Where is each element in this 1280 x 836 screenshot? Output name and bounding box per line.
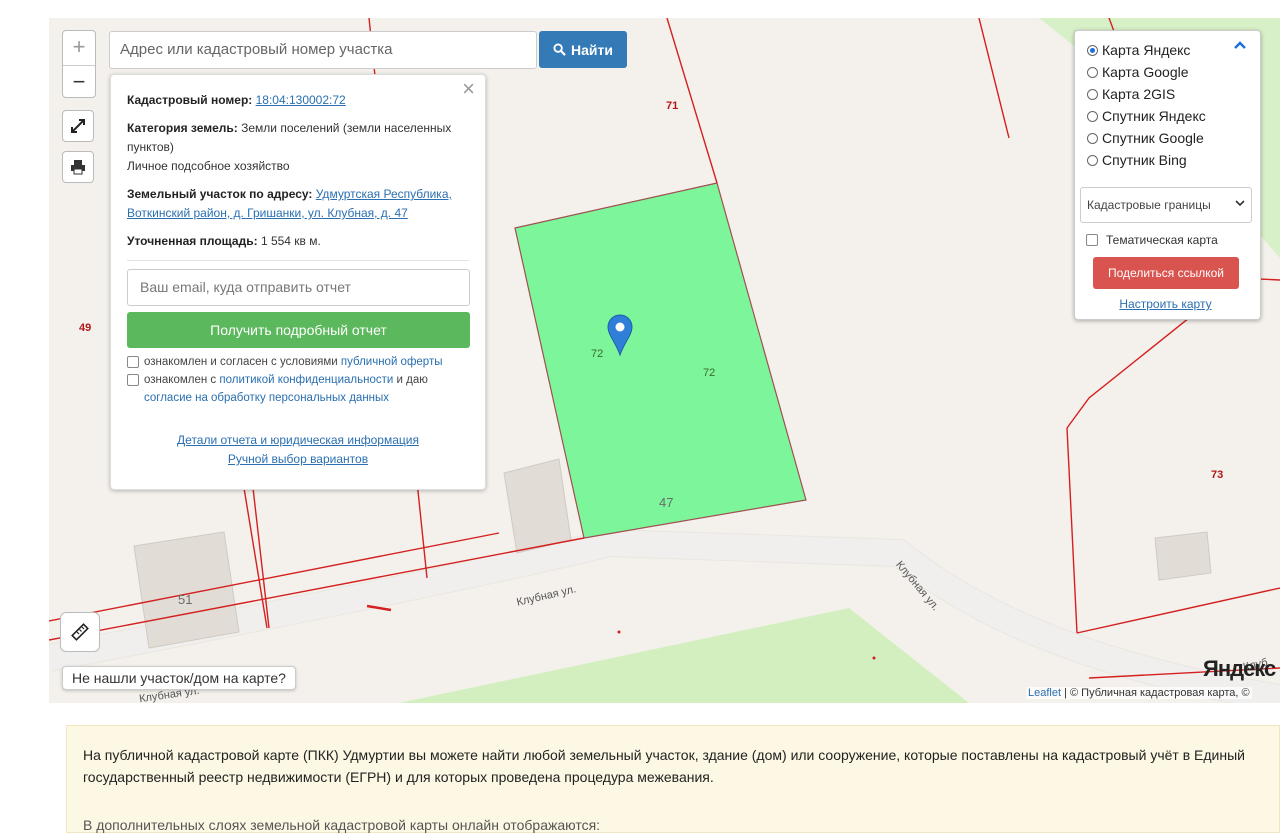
layer-option-label: Карта Яндекс xyxy=(1102,42,1191,58)
close-icon[interactable]: × xyxy=(462,78,475,100)
building-51 xyxy=(133,531,240,649)
not-found-button[interactable]: Не нашли участок/дом на карте? xyxy=(62,666,296,690)
search-input[interactable]: Адрес или кадастровый номер участка xyxy=(109,31,537,69)
chevron-down-icon xyxy=(1235,200,1245,207)
privacy-checkbox[interactable] xyxy=(127,374,139,386)
privacy-link[interactable]: политикой конфиденциальности xyxy=(219,374,393,386)
layer-option[interactable]: Спутник Google xyxy=(1087,127,1250,149)
layer-option[interactable]: Спутник Bing xyxy=(1087,149,1250,171)
search-icon xyxy=(553,43,566,56)
map-attribution: Leaflet | © Публичная кадастровая карта,… xyxy=(1026,687,1252,699)
area-label: Уточненная площадь: xyxy=(127,234,258,248)
category-label: Категория земель: xyxy=(127,121,238,135)
fullscreen-button[interactable] xyxy=(62,110,94,142)
land-category: Категория земель: Земли поселений (земли… xyxy=(127,119,469,176)
leaflet-link[interactable]: Leaflet xyxy=(1028,687,1061,699)
yandex-logo: Яндекс xyxy=(1203,656,1276,681)
layer-option-label: Спутник Bing xyxy=(1102,152,1187,168)
layer-option-label: Спутник Яндекс xyxy=(1102,108,1206,124)
base-layer-list: Карта Яндекс Карта Google Карта 2GIS Спутни… xyxy=(1087,39,1250,171)
park-area-south xyxy=(399,608,969,703)
privacy-consent: ознакомлен с политикой конфиденциальност… xyxy=(127,371,469,407)
plot-number: 71 xyxy=(666,100,679,112)
layer-option[interactable]: Спутник Яндекс xyxy=(1087,105,1250,127)
manual-selection-link[interactable]: Ручной выбор вариантов xyxy=(228,452,368,466)
building xyxy=(1154,531,1212,581)
layer-radio[interactable] xyxy=(1087,88,1098,100)
cadastral-link[interactable]: 18:04:130002:72 xyxy=(256,93,346,107)
consent-text: ознакомлен с xyxy=(144,374,217,386)
zoom-control: + − xyxy=(62,30,96,98)
cadastral-number: Кадастровый номер: 18:04:130002:72 xyxy=(127,91,469,110)
layer-option[interactable]: Карта Яндекс xyxy=(1087,39,1250,61)
layer-option[interactable]: Карта 2GIS xyxy=(1087,83,1250,105)
plot-number: 49 xyxy=(79,322,92,334)
house-number: 51 xyxy=(178,592,193,607)
customize-map-link[interactable]: Настроить карту xyxy=(1119,297,1211,311)
email-field[interactable]: Ваш email, куда отправить отчет xyxy=(127,269,470,306)
offer-checkbox[interactable] xyxy=(127,356,139,368)
house-number: 47 xyxy=(659,495,674,510)
search-button[interactable]: Найти xyxy=(539,31,627,68)
layers-panel: Карта Яндекс Карта Google Карта 2GIS Спутни… xyxy=(1074,30,1261,320)
plot-number: 72 xyxy=(591,348,604,360)
get-report-button[interactable]: Получить подробный отчет xyxy=(127,312,470,348)
layer-radio[interactable] xyxy=(1087,44,1098,56)
chevron-up-icon[interactable] xyxy=(1234,41,1246,49)
ruler-icon xyxy=(71,623,89,641)
thematic-label: Тематическая карта xyxy=(1106,233,1218,247)
measure-button[interactable] xyxy=(60,612,100,652)
plot-number: 72 xyxy=(703,367,716,379)
zoom-out-button[interactable]: − xyxy=(63,65,95,99)
layer-radio[interactable] xyxy=(1087,110,1098,122)
boundary-dot xyxy=(872,656,876,660)
search-button-label: Найти xyxy=(571,41,613,58)
expand-icon xyxy=(71,119,85,133)
building xyxy=(503,458,572,554)
layer-radio[interactable] xyxy=(1087,154,1098,166)
details-link[interactable]: Детали отчета и юридическая информация xyxy=(177,433,419,447)
address-label: Земельный участок по адресу: xyxy=(127,187,313,201)
zoom-in-button[interactable]: + xyxy=(63,31,95,65)
report-links: Детали отчета и юридическая информация Р… xyxy=(127,431,469,469)
share-link-button[interactable]: Поделиться ссылкой xyxy=(1093,257,1239,289)
plot-number: 73 xyxy=(1211,469,1224,481)
boundary-dot xyxy=(617,630,621,634)
plot-info-panel: × Кадастровый номер: 18:04:130002:72 Кат… xyxy=(110,74,486,490)
divider xyxy=(127,260,469,261)
offer-consent: ознакомлен и согласен с условиями публич… xyxy=(127,353,469,371)
layer-option[interactable]: Карта Google xyxy=(1087,61,1250,83)
consent-text: и даю xyxy=(396,374,428,386)
attribution-text: | © Публичная кадастровая карта, © xyxy=(1064,687,1250,699)
layer-option-label: Карта 2GIS xyxy=(1102,86,1176,102)
overlay-select-value: Кадастровые границы xyxy=(1087,198,1211,212)
layer-radio[interactable] xyxy=(1087,132,1098,144)
area-value: 1 554 кв м. xyxy=(260,234,321,248)
plot-area: Уточненная площадь: 1 554 кв м. xyxy=(127,232,469,251)
thematic-checkbox[interactable] xyxy=(1086,234,1098,246)
plot-address: Земельный участок по адресу: Удмуртская … xyxy=(127,185,469,223)
offer-link[interactable]: публичной оферты xyxy=(341,356,443,368)
layer-option-label: Спутник Google xyxy=(1102,130,1204,146)
description-paragraph: На публичной кадастровой карте (ПКК) Удм… xyxy=(83,747,1245,785)
usage-value: Личное подсобное хозяйство xyxy=(127,159,290,173)
consent-text: ознакомлен и согласен с условиями xyxy=(144,356,338,368)
description-box: На публичной кадастровой карте (ПКК) Удм… xyxy=(66,725,1280,833)
cadastral-label: Кадастровый номер: xyxy=(127,93,253,107)
layer-radio[interactable] xyxy=(1087,66,1098,78)
personal-data-link[interactable]: согласие на обработку персональных данны… xyxy=(144,392,389,404)
layer-option-label: Карта Google xyxy=(1102,64,1189,80)
print-button[interactable] xyxy=(62,151,94,183)
overlay-select[interactable]: Кадастровые границы xyxy=(1080,187,1252,223)
thematic-map-option[interactable]: Тематическая карта xyxy=(1086,233,1250,247)
print-icon xyxy=(71,160,85,175)
